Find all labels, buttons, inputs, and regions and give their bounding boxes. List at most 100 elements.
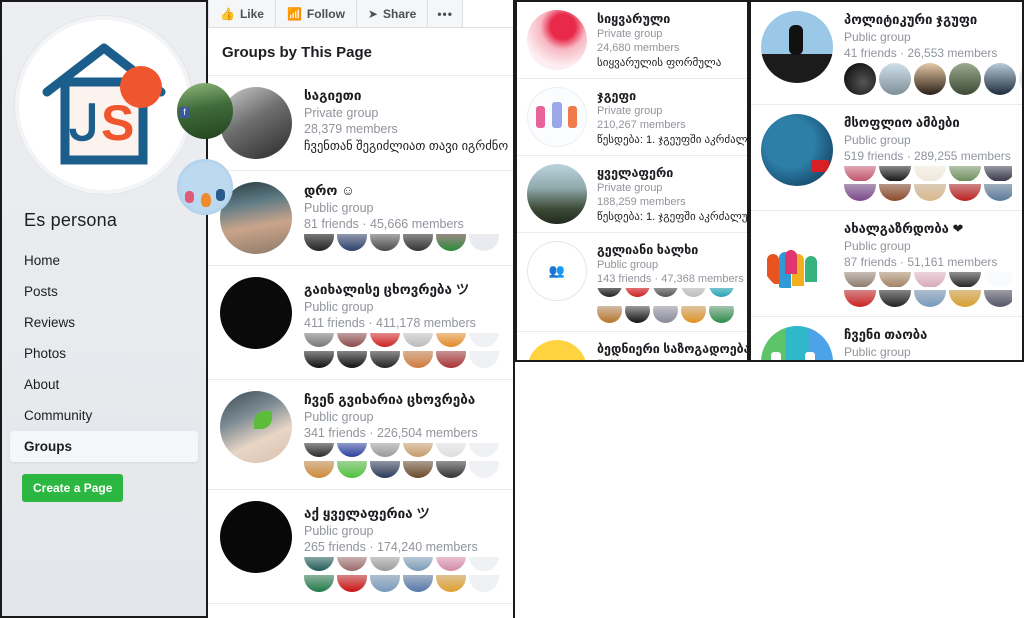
group-privacy: Public group [597, 259, 659, 271]
group-member-count: 87 friends · 51,161 members [844, 255, 998, 269]
group-description: ჩვენთან შეგიძლიათ თავი იგრძნო [304, 139, 509, 153]
group-list-item[interactable]: პოლიტიკური ჯგუფი Public group 41 friends… [751, 2, 1022, 105]
group-member-facepile [304, 575, 501, 592]
member-avatar [625, 288, 650, 297]
member-avatar [469, 234, 499, 251]
default-group-icon: 👥 [548, 263, 566, 278]
member-avatar [337, 351, 367, 368]
group-list-item[interactable]: ახალგაზრდობა ❤ Public group 87 friends ·… [751, 211, 1022, 317]
member-avatar [403, 557, 433, 571]
group-privacy: Public group [844, 345, 911, 359]
thumbs-up-icon: 👍 [220, 6, 235, 21]
group-name: გაიხალისე ცხოვრება ツ [304, 282, 470, 297]
group-name: ყველაფერი [597, 166, 674, 180]
group-list-item[interactable]: დრო ☺ Public group 81 friends · 45,666 m… [208, 171, 513, 266]
sidebar-item-photos[interactable]: Photos [10, 338, 198, 369]
group-member-facepile [304, 333, 501, 348]
member-avatar [304, 443, 334, 457]
member-avatar [436, 443, 466, 457]
group-privacy: Public group [304, 410, 374, 424]
more-options-button[interactable]: ••• [428, 0, 463, 27]
group-member-count: 28,379 members [304, 122, 398, 136]
sidebar-item-reviews[interactable]: Reviews [10, 307, 198, 338]
group-member-count: 143 friends · 47,368 members [597, 273, 744, 285]
facepile-overflow-badge[interactable]: +36 [1019, 63, 1022, 95]
member-avatar [681, 306, 706, 323]
member-avatar [403, 461, 433, 478]
group-member-count: 41 friends · 26,553 members [844, 46, 998, 60]
sidebar-item-about[interactable]: About [10, 369, 198, 400]
page-avatar[interactable]: ᒐ S [15, 16, 193, 194]
member-avatar [879, 184, 911, 201]
group-member-count: 411 friends · 411,178 members [304, 316, 476, 330]
group-thumbnail [527, 87, 587, 147]
groups-card-title: Groups by This Page [208, 28, 513, 76]
sidebar-item-community[interactable]: Community [10, 400, 198, 431]
member-avatar [403, 443, 433, 457]
member-avatar [844, 184, 876, 201]
group-thumbnail [761, 11, 833, 83]
group-member-facepile [304, 351, 501, 368]
group-member-facepile [304, 461, 501, 478]
like-button[interactable]: 👍 Like [208, 0, 276, 27]
group-privacy: Public group [597, 358, 737, 360]
group-list-item[interactable]: ჩვენი თაობა Public group 140 friends · 4… [751, 317, 1022, 362]
member-avatar [370, 333, 400, 347]
like-label: Like [239, 6, 264, 21]
member-avatar [681, 288, 706, 297]
member-avatar [304, 351, 334, 368]
sidebar-item-groups[interactable]: Groups [10, 431, 198, 462]
group-privacy: Public group [844, 133, 911, 147]
sidebar-item-posts[interactable]: Posts [10, 276, 198, 307]
member-avatar [709, 306, 734, 323]
member-avatar [436, 333, 466, 347]
group-list-item[interactable]: აქ ყველაფერია ツ Public group 265 friends… [208, 490, 513, 604]
group-list-item[interactable]: გაიხალისე ცხოვრება ツ Public group 411 fr… [208, 266, 513, 380]
group-list-item[interactable]: ჩვენ გვიხარია ცხოვრება Public group 341 … [208, 380, 513, 490]
group-member-facepile [844, 272, 1012, 287]
share-button[interactable]: ➤ Share [356, 0, 429, 27]
member-avatar [436, 557, 466, 571]
member-avatar [949, 184, 981, 201]
svg-text:S: S [101, 95, 134, 151]
groups-list-panel: 👍 Like 📶 Follow ➤ Share ••• Groups by Th… [208, 0, 515, 618]
group-list-item[interactable]: საგიეთი Private group 28,379 members ჩვე… [208, 76, 513, 171]
member-avatar [304, 234, 334, 251]
member-avatar [469, 575, 499, 592]
page-title: Es persona [24, 210, 118, 230]
member-avatar [984, 290, 1012, 307]
member-avatar [403, 333, 433, 347]
member-avatar [403, 234, 433, 251]
share-arrow-icon: ➤ [367, 6, 378, 21]
group-privacy: Private group [597, 105, 663, 117]
member-avatar [469, 333, 499, 347]
rss-icon: 📶 [286, 6, 302, 21]
group-list-item[interactable]: ჯგეფი Private group 210,267 members წესდ… [517, 79, 747, 156]
follow-button[interactable]: 📶 Follow [275, 0, 357, 27]
member-avatar [403, 351, 433, 368]
group-name: ჯგეფი [597, 89, 637, 103]
page-action-bar: 👍 Like 📶 Follow ➤ Share ••• [208, 0, 513, 28]
member-avatar [879, 166, 911, 181]
screenshot-root: ᒐ S Es persona Home Posts Reviews Photos… [0, 0, 1024, 618]
group-member-count: 519 friends · 289,255 members [844, 149, 1011, 163]
group-list-item[interactable]: სიყვარული Private group 24,680 members ს… [517, 2, 747, 79]
group-member-count: 265 friends · 174,240 members [304, 540, 478, 554]
group-list-item[interactable]: ბედნიერი საზოგადოება Public group 372 fr… [517, 332, 747, 360]
group-list-item[interactable]: ყველაფერი Private group 188,259 members … [517, 156, 747, 233]
member-avatar [844, 290, 876, 307]
member-avatar [370, 234, 400, 251]
member-avatar [879, 290, 911, 307]
group-name: საგიეთი [304, 88, 362, 103]
group-list-item[interactable]: 👥 გელიანი ხალხი Public group 143 friends… [517, 233, 747, 332]
group-list-item[interactable]: მსოფლიო ამბები Public group 519 friends … [751, 105, 1022, 211]
member-avatar [709, 288, 734, 297]
member-avatar [653, 306, 678, 323]
group-thumbnail: 👥 [527, 241, 587, 301]
sidebar-item-home[interactable]: Home [10, 245, 198, 276]
group-member-count: 81 friends · 45,666 members [304, 217, 464, 231]
member-avatar [469, 443, 499, 457]
group-member-count: 140 friends · 44,539 members [844, 361, 1012, 362]
create-page-button[interactable]: Create a Page [22, 474, 124, 502]
group-thumbnail [761, 220, 833, 292]
